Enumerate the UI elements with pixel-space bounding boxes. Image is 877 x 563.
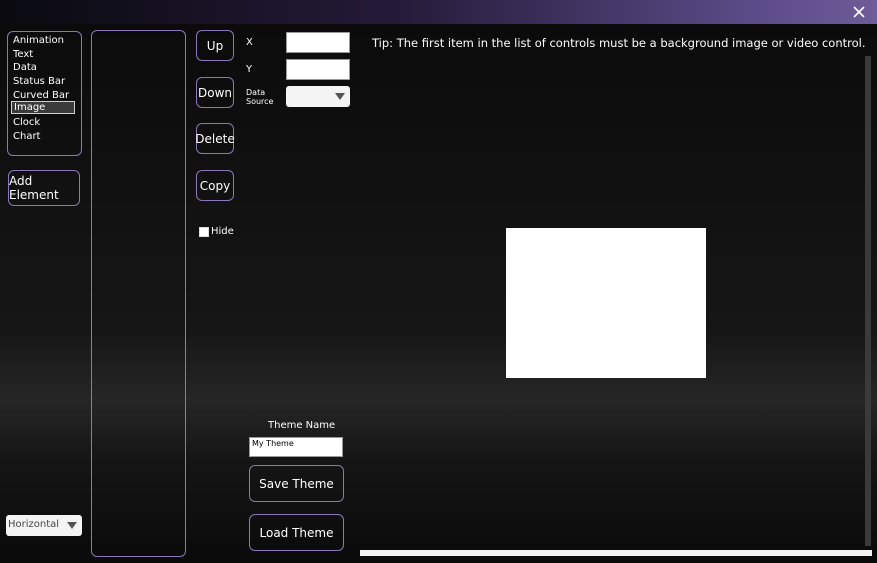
x-input[interactable] [286, 32, 350, 53]
data-source-label: Data Source [246, 88, 274, 106]
save-theme-button[interactable]: Save Theme [249, 465, 344, 502]
preview-image [506, 228, 706, 378]
close-button[interactable] [847, 2, 871, 22]
list-item-clock[interactable]: Clock [11, 116, 75, 129]
list-item-image[interactable]: Image [11, 101, 75, 114]
tip-text: Tip: The first item in the list of contr… [372, 36, 866, 50]
y-input[interactable] [286, 59, 350, 80]
horizontal-scrollbar[interactable] [360, 550, 872, 556]
orientation-dropdown[interactable]: Horizontal [6, 515, 82, 536]
list-item-data[interactable]: Data [11, 61, 75, 74]
list-item-animation[interactable]: Animation [11, 34, 75, 47]
list-item-text[interactable]: Text [11, 48, 75, 61]
orientation-value: Horizontal [8, 519, 60, 530]
y-label: Y [246, 64, 253, 75]
vertical-scrollbar[interactable] [865, 56, 871, 546]
list-item-chart[interactable]: Chart [11, 130, 75, 143]
down-button[interactable]: Down [196, 77, 234, 108]
chevron-down-icon [67, 522, 77, 529]
data-source-dropdown[interactable] [286, 86, 350, 107]
theme-name-label: Theme Name [268, 420, 336, 431]
hide-checkbox[interactable] [199, 227, 209, 237]
copy-button[interactable]: Copy [196, 170, 234, 201]
load-theme-button[interactable]: Load Theme [249, 514, 344, 551]
hide-label: Hide [211, 226, 234, 237]
list-item-status-bar[interactable]: Status Bar [11, 75, 75, 88]
add-element-button[interactable]: Add Element [8, 170, 80, 206]
x-label: X [246, 37, 253, 48]
close-icon [853, 6, 865, 18]
chevron-down-icon [335, 93, 345, 100]
title-bar [0, 0, 877, 24]
delete-button[interactable]: Delete [195, 123, 235, 154]
element-type-list[interactable]: Animation Text Data Status Bar Curved Ba… [7, 31, 82, 156]
theme-name-input[interactable]: My Theme [249, 437, 343, 457]
up-button[interactable]: Up [196, 30, 234, 61]
controls-list[interactable] [91, 30, 186, 557]
